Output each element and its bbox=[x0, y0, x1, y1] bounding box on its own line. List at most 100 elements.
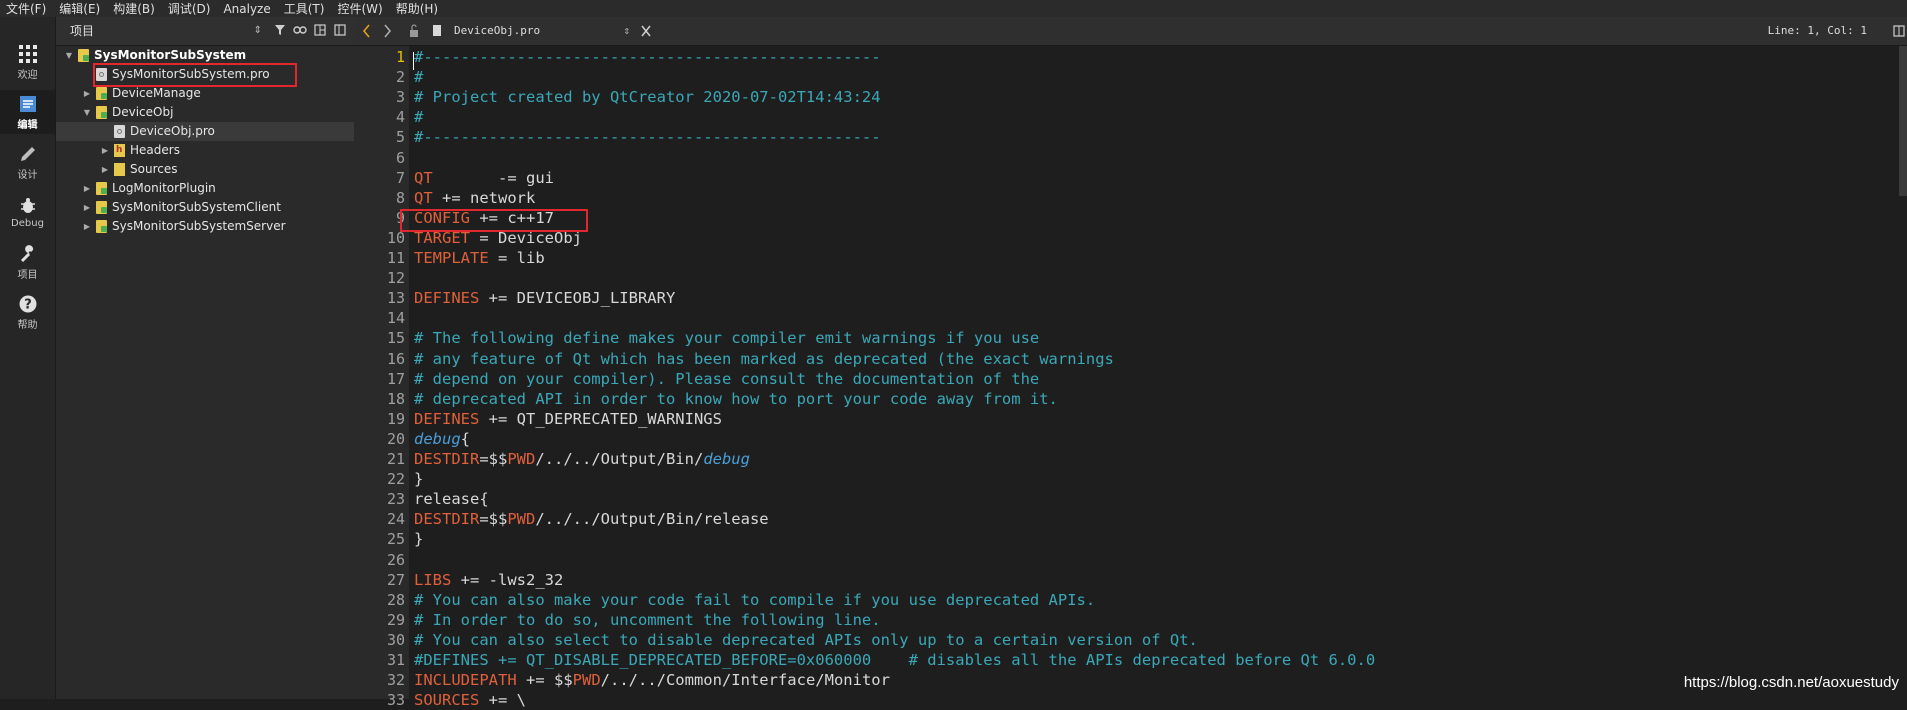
tree-item[interactable]: ▶ Headers bbox=[56, 141, 354, 160]
code-token: /../../Common/Interface/Monitor bbox=[600, 671, 890, 690]
tree-item[interactable]: DeviceObj.pro bbox=[56, 122, 354, 141]
code-token: # any feature of Qt which has been marke… bbox=[414, 349, 1114, 368]
menu-item[interactable]: 工具(T) bbox=[278, 0, 332, 17]
back-arrow-icon[interactable] bbox=[362, 17, 372, 45]
project-folder-icon bbox=[96, 182, 107, 195]
line-number: 5 bbox=[395, 128, 405, 147]
menu-item[interactable]: Analyze bbox=[217, 2, 277, 16]
line-number: 8 bbox=[395, 188, 405, 207]
help-icon: ? bbox=[18, 294, 38, 314]
line-number: 12 bbox=[386, 269, 405, 288]
tree-item-label: SysMonitorSubSystemServer bbox=[112, 219, 286, 233]
mode-pencil[interactable]: 设计 bbox=[0, 140, 55, 184]
code-token: DESTDIR bbox=[414, 450, 480, 468]
code-token: TEMPLATE bbox=[414, 249, 489, 267]
code-line: #DEFINES += QT_DISABLE_DEPRECATED_BEFORE… bbox=[414, 650, 1375, 670]
svg-text:?: ? bbox=[24, 297, 32, 312]
tree-item-label: DeviceObj bbox=[112, 105, 174, 119]
mode-bug[interactable]: Debug bbox=[0, 190, 55, 234]
code-token: # You can also select to disable depreca… bbox=[414, 630, 1198, 649]
tree-item[interactable]: ▶ SysMonitorSubSystemServer bbox=[56, 217, 354, 236]
line-number: 13 bbox=[386, 289, 405, 308]
project-folder-icon bbox=[96, 201, 107, 214]
collapsed-arrow-icon[interactable]: ▶ bbox=[100, 160, 110, 179]
menu-item[interactable]: 调试(D) bbox=[162, 0, 218, 17]
code-token: } bbox=[414, 470, 424, 489]
document-selector[interactable]: DeviceObj.pro ⇕ bbox=[454, 17, 634, 45]
menu-item[interactable]: 构建(B) bbox=[107, 0, 162, 17]
code-token: debug bbox=[414, 429, 461, 448]
tree-item[interactable]: ▶ Sources bbox=[56, 160, 354, 179]
code-token: } bbox=[414, 530, 424, 549]
code-token: # bbox=[414, 108, 424, 127]
line-number: 11 bbox=[386, 249, 405, 267]
line-number: 20 bbox=[386, 429, 405, 448]
project-view-select[interactable]: 项目 ⇕ bbox=[56, 17, 270, 45]
collapsed-arrow-icon[interactable]: ▶ bbox=[82, 179, 92, 198]
code-token: /../../Output/Bin/release bbox=[535, 510, 769, 529]
tree-item-label: DeviceObj.pro bbox=[130, 124, 215, 138]
mode-wrench[interactable]: 项目 bbox=[0, 240, 55, 284]
code-token: DEFINES bbox=[414, 289, 480, 308]
code-line: QT += network bbox=[414, 188, 535, 208]
close-panel-icon[interactable] bbox=[330, 23, 350, 39]
close-document-icon[interactable] bbox=[640, 17, 652, 45]
code-line: } bbox=[414, 529, 423, 549]
code-token: # You can also make your code fail to co… bbox=[414, 590, 1096, 609]
code-editor[interactable]: #---------------------------------------… bbox=[409, 46, 1907, 709]
code-line: INCLUDEPATH += $$PWD/../../Common/Interf… bbox=[414, 670, 890, 690]
code-token: SOURCES bbox=[414, 691, 480, 710]
expanded-arrow-icon[interactable]: ▼ bbox=[64, 46, 74, 65]
collapsed-arrow-icon[interactable]: ▶ bbox=[82, 84, 92, 103]
code-token: # depend on your compiler). Please consu… bbox=[414, 369, 1040, 388]
mode-label: 帮助 bbox=[17, 319, 38, 331]
wrench-icon bbox=[18, 244, 38, 264]
code-line: DEFINES += DEVICEOBJ_LIBRARY bbox=[414, 288, 675, 308]
code-token: INCLUDEPATH bbox=[414, 671, 517, 690]
filter-icon[interactable] bbox=[270, 24, 290, 39]
mode-help[interactable]: ? 帮助 bbox=[0, 290, 55, 334]
mode-label: 设计 bbox=[17, 169, 38, 181]
expanded-arrow-icon[interactable]: ▼ bbox=[82, 103, 92, 122]
menu-bar: 文件(F) 编辑(E) 构建(B) 调试(D) Analyze 工具(T) 控件(W) 帮助(… bbox=[0, 0, 1907, 17]
tree-item[interactable]: ▶ SysMonitorSubSystemClient bbox=[56, 198, 354, 217]
code-token: LIBS bbox=[414, 570, 452, 589]
code-token: += DEVICEOBJ_LIBRARY bbox=[479, 289, 676, 308]
split-editor-icon[interactable] bbox=[1893, 17, 1905, 45]
menu-item[interactable]: 编辑(E) bbox=[53, 0, 107, 17]
collapsed-arrow-icon[interactable]: ▶ bbox=[100, 141, 110, 160]
forward-arrow-icon[interactable] bbox=[382, 17, 392, 45]
mode-label: 编辑 bbox=[17, 119, 38, 131]
mode-edit-doc[interactable]: 编辑 bbox=[0, 90, 55, 134]
link-icon[interactable] bbox=[290, 24, 310, 38]
code-token: # deprecated API in order to know how to… bbox=[414, 389, 1058, 408]
menu-item[interactable]: 文件(F) bbox=[0, 0, 53, 17]
pencil-icon bbox=[18, 144, 38, 164]
bug-icon bbox=[18, 196, 38, 216]
code-token: += network bbox=[432, 188, 536, 207]
code-token: PWD bbox=[507, 510, 536, 529]
highlight-box-pro-file bbox=[93, 63, 297, 87]
collapsed-arrow-icon[interactable]: ▶ bbox=[82, 217, 92, 236]
code-token: =$$ bbox=[479, 450, 508, 468]
line-number-gutter: 1 2 3 4 5 6 7 8 9 10 11 12 13 14 15 16 17 18 19 20 21 22 23 24 2… bbox=[354, 46, 409, 709]
code-token: { bbox=[460, 429, 471, 448]
mode-label: 欢迎 bbox=[17, 69, 38, 81]
collapsed-arrow-icon[interactable]: ▶ bbox=[82, 198, 92, 217]
tree-item[interactable]: ▶ LogMonitorPlugin bbox=[56, 179, 354, 198]
cursor-position: Line: 1, Col: 1 bbox=[1767, 24, 1867, 37]
code-line: # The following define makes your compil… bbox=[414, 328, 1039, 348]
menu-item[interactable]: 帮助(H) bbox=[390, 0, 445, 17]
code-line: #---------------------------------------… bbox=[414, 47, 881, 67]
project-folder-icon bbox=[78, 49, 89, 62]
line-number: 1 bbox=[395, 48, 405, 66]
pro-file-icon bbox=[114, 125, 125, 138]
mode-bar: 欢迎 编辑 设计 Debug 项目? 帮助 bbox=[0, 17, 56, 699]
tree-item[interactable]: ▼ DeviceObj bbox=[56, 103, 354, 122]
mode-grid[interactable]: 欢迎 bbox=[0, 40, 55, 84]
menu-item[interactable]: 控件(W) bbox=[331, 0, 389, 17]
line-number: 23 bbox=[386, 490, 405, 509]
editor-scrollbar[interactable] bbox=[1899, 46, 1907, 196]
sources-folder-icon bbox=[114, 163, 125, 176]
split-icon[interactable] bbox=[310, 23, 330, 39]
